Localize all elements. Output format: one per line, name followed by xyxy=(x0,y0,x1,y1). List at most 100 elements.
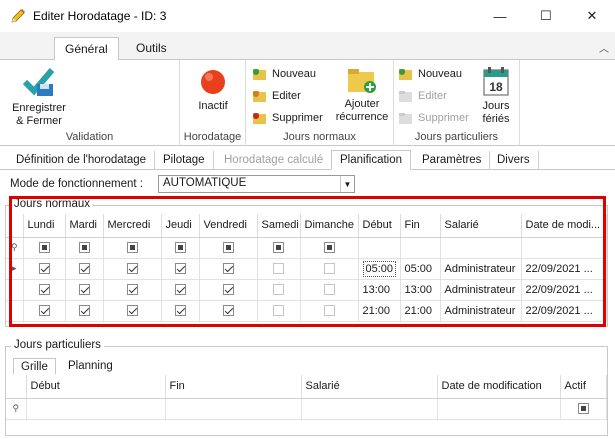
day-checkbox[interactable] xyxy=(323,305,335,317)
col-date-modif[interactable]: Date de modi... xyxy=(521,214,607,238)
col-jp-actif[interactable]: Actif xyxy=(560,375,607,399)
col-jeudi[interactable]: Jeudi xyxy=(161,214,200,238)
ribbon-collapse-icon[interactable]: ︿ xyxy=(599,40,609,55)
day-checkbox[interactable] xyxy=(38,263,50,275)
col-jp-fin[interactable]: Fin xyxy=(165,375,302,399)
day-checkbox[interactable] xyxy=(222,284,234,296)
holidays-button[interactable]: 18 Jours fériés xyxy=(478,66,514,126)
col-jp-debut[interactable]: Début xyxy=(26,375,166,399)
day-checkbox[interactable] xyxy=(273,284,284,296)
col-mercredi[interactable]: Mercredi xyxy=(103,214,162,238)
subtab-grille[interactable]: Grille xyxy=(13,358,56,375)
salarie-cell[interactable]: Administrateur xyxy=(440,258,522,280)
fin-cell[interactable]: 21:00 xyxy=(400,300,441,322)
debut-cell[interactable]: 13:00 xyxy=(363,284,391,296)
subtab-planning[interactable]: Planning xyxy=(61,358,120,375)
col-samedi[interactable]: Samedi xyxy=(257,214,301,238)
jp-edit-button[interactable]: Editer xyxy=(398,87,447,105)
tab-parametres[interactable]: Paramètres xyxy=(414,151,491,170)
col-jp-salarie[interactable]: Salarié xyxy=(301,375,438,399)
tab-planification[interactable]: Planification xyxy=(331,150,412,170)
filter-checkbox[interactable] xyxy=(38,242,50,254)
col-jp-date-modif[interactable]: Date de modification xyxy=(437,375,561,399)
day-checkbox[interactable] xyxy=(174,284,186,296)
title-bar: Editer Horodatage - ID: 3 — ☐ ✕ xyxy=(0,0,615,32)
filter-cell[interactable] xyxy=(521,237,607,259)
day-checkbox[interactable] xyxy=(273,305,284,317)
filter-cell[interactable] xyxy=(26,398,166,420)
jp-delete-button[interactable]: Supprimer xyxy=(398,109,469,127)
day-checkbox[interactable] xyxy=(78,284,90,296)
col-lundi[interactable]: Lundi xyxy=(23,214,66,238)
day-checkbox[interactable] xyxy=(174,263,186,275)
jp-new-button[interactable]: Nouveau xyxy=(398,65,462,83)
filter-cell[interactable] xyxy=(165,398,302,420)
date-cell[interactable]: 22/09/2021 ... xyxy=(521,300,607,322)
tab-horodatage-calcule[interactable]: Horodatage calculé xyxy=(216,151,333,170)
ribbon-tab-outils[interactable]: Outils xyxy=(126,37,177,60)
day-checkbox[interactable] xyxy=(222,263,234,275)
tab-pilotage[interactable]: Pilotage xyxy=(155,151,214,170)
date-cell[interactable]: 22/09/2021 ... xyxy=(521,279,607,301)
col-dimanche[interactable]: Dimanche xyxy=(300,214,359,238)
filter-checkbox[interactable] xyxy=(126,242,138,254)
col-vendredi[interactable]: Vendredi xyxy=(199,214,258,238)
day-checkbox[interactable] xyxy=(273,263,284,275)
day-checkbox[interactable] xyxy=(126,305,138,317)
day-checkbox[interactable] xyxy=(126,284,138,296)
filter-cell[interactable] xyxy=(358,237,401,259)
jours-normaux-grid[interactable]: Lundi Mardi Mercredi Jeudi Vendredi Same… xyxy=(6,214,607,322)
fin-cell[interactable]: 13:00 xyxy=(400,279,441,301)
col-debut[interactable]: Début xyxy=(358,214,401,238)
day-checkbox[interactable] xyxy=(38,284,50,296)
jours-particuliers-grid[interactable]: Début Fin Salarié Date de modification A… xyxy=(6,375,607,420)
day-checkbox[interactable] xyxy=(323,284,335,296)
debut-cell[interactable]: 05:00 xyxy=(362,260,397,277)
filter-checkbox[interactable] xyxy=(174,242,186,254)
filter-row[interactable]: ⚲ xyxy=(6,237,607,259)
fin-cell[interactable]: 05:00 xyxy=(400,258,441,280)
add-recurrence-button[interactable]: Ajouter récurrence xyxy=(332,66,392,124)
col-mardi[interactable]: Mardi xyxy=(65,214,104,238)
close-button[interactable]: ✕ xyxy=(569,0,615,32)
day-checkbox[interactable] xyxy=(222,305,234,317)
jn-delete-button[interactable]: Supprimer xyxy=(252,109,323,127)
maximize-button[interactable]: ☐ xyxy=(523,0,569,32)
mode-select[interactable]: AUTOMATIQUE ▼ xyxy=(158,175,355,193)
filter-checkbox[interactable] xyxy=(323,242,335,254)
tab-divers[interactable]: Divers xyxy=(489,151,539,170)
table-row[interactable]: 21:00 21:00 Administrateur 22/09/2021 ... xyxy=(6,300,607,322)
filter-cell[interactable] xyxy=(440,237,522,259)
debut-cell[interactable]: 21:00 xyxy=(363,305,391,317)
tab-definition[interactable]: Définition de l'horodatage xyxy=(8,151,156,170)
day-checkbox[interactable] xyxy=(174,305,186,317)
ribbon-group-horodatage: Inactif Horodatage xyxy=(180,60,246,146)
day-checkbox[interactable] xyxy=(38,305,50,317)
chevron-down-icon[interactable]: ▼ xyxy=(340,176,354,192)
minimize-button[interactable]: — xyxy=(477,0,523,32)
day-checkbox[interactable] xyxy=(78,263,90,275)
salarie-cell[interactable]: Administrateur xyxy=(440,300,522,322)
filter-checkbox[interactable] xyxy=(577,403,589,415)
filter-checkbox[interactable] xyxy=(222,242,234,254)
salarie-cell[interactable]: Administrateur xyxy=(440,279,522,301)
save-close-button[interactable]: Enregistrer & Fermer xyxy=(8,66,70,128)
jn-new-button[interactable]: Nouveau xyxy=(252,65,316,83)
filter-row[interactable]: ⚲ xyxy=(6,398,607,420)
day-checkbox[interactable] xyxy=(126,263,138,275)
filter-cell[interactable] xyxy=(400,237,441,259)
filter-checkbox[interactable] xyxy=(78,242,90,254)
day-checkbox[interactable] xyxy=(78,305,90,317)
ribbon-tab-general[interactable]: Général xyxy=(54,37,119,61)
table-row[interactable]: 13:00 13:00 Administrateur 22/09/2021 ... xyxy=(6,279,607,301)
jn-edit-button[interactable]: Editer xyxy=(252,87,301,105)
filter-cell[interactable] xyxy=(437,398,561,420)
date-cell[interactable]: 22/09/2021 ... xyxy=(521,258,607,280)
col-fin[interactable]: Fin xyxy=(400,214,441,238)
col-salarie[interactable]: Salarié xyxy=(440,214,522,238)
day-checkbox[interactable] xyxy=(323,263,335,275)
filter-cell[interactable] xyxy=(301,398,438,420)
filter-checkbox[interactable] xyxy=(273,242,284,254)
table-row[interactable]: ▸ 05:00 05:00 Administrateur 22/09/2021 ... xyxy=(6,258,607,280)
inactive-toggle-button[interactable]: Inactif xyxy=(184,68,242,113)
